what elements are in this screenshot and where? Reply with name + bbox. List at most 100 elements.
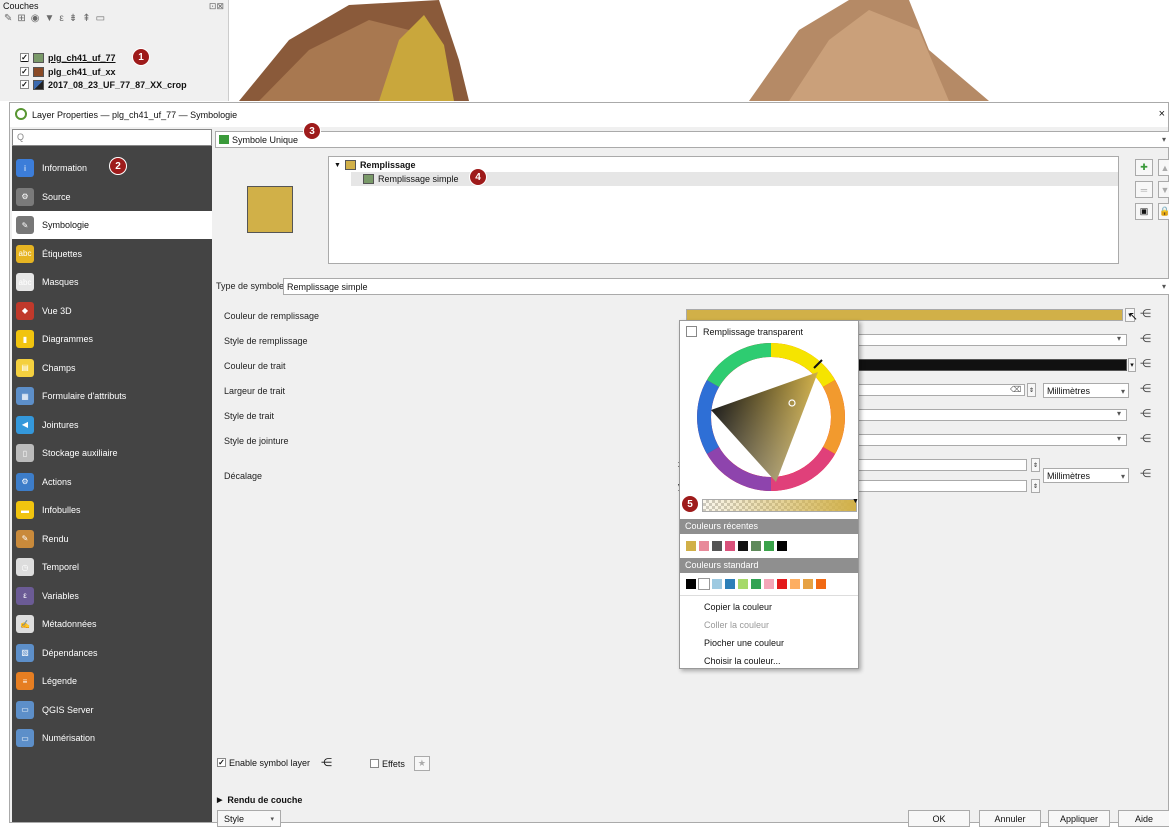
data-defined-icon[interactable]: ⋲	[1140, 307, 1151, 320]
stroke-color-button[interactable]	[857, 359, 1127, 371]
tree-item-simple-fill[interactable]: Remplissage simple	[351, 172, 1118, 186]
offset-y-input[interactable]	[857, 480, 1027, 492]
spin-button[interactable]: ⇕	[1031, 479, 1040, 493]
copy-color-item[interactable]: Copier la couleur	[704, 602, 772, 612]
help-button[interactable]: Aide	[1118, 810, 1169, 827]
style-menu-button[interactable]: Style ▾	[217, 810, 281, 827]
layer-rendering-section[interactable]: ▶ Rendu de couche	[217, 795, 302, 805]
color-swatch[interactable]	[815, 578, 827, 590]
sidebar-item[interactable]: ▬ Infobulles	[12, 496, 212, 524]
fill-style-select[interactable]	[857, 334, 1127, 346]
filter-expression-icon[interactable]: ε	[59, 13, 63, 24]
sidebar-item[interactable]: ✍ Métadonnées	[12, 610, 212, 638]
sidebar-item[interactable]: abc Masques	[12, 268, 212, 296]
stroke-unit-select[interactable]: Millimètres ▾	[1043, 383, 1129, 398]
sidebar-item[interactable]: ⚙ Actions	[12, 468, 212, 496]
visibility-icon[interactable]: ◉	[31, 13, 40, 24]
data-defined-icon[interactable]: ⋲	[1140, 357, 1151, 370]
layer-item[interactable]: ✓ plg_ch41_uf_xx	[20, 66, 116, 77]
enable-symbol-layer[interactable]: ✓ Enable symbol layer ⋲	[217, 756, 332, 769]
color-swatch[interactable]	[698, 540, 710, 552]
offset-x-input[interactable]	[857, 459, 1027, 471]
color-swatch[interactable]	[711, 578, 723, 590]
sidebar-item[interactable]: ✎ Symbologie	[12, 211, 212, 239]
sidebar-item[interactable]: ◀ Jointures	[12, 411, 212, 439]
sidebar-item[interactable]: ε Variables	[12, 582, 212, 610]
sidebar-item[interactable]: ▮ Diagrammes	[12, 325, 212, 353]
sidebar-item[interactable]: ▦ Formulaire d'attributs	[12, 382, 212, 410]
renderer-select[interactable]: Symbole Unique ▾	[215, 131, 1169, 148]
color-swatch[interactable]	[750, 578, 762, 590]
color-swatch[interactable]	[685, 578, 697, 590]
clear-icon[interactable]: ⌫	[1010, 385, 1021, 394]
style-manager-icon[interactable]: ✎	[4, 13, 12, 24]
stroke-style-select[interactable]	[857, 409, 1127, 421]
data-defined-icon[interactable]: ⋲	[1140, 407, 1151, 420]
sidebar-item[interactable]: ◆ Vue 3D	[12, 297, 212, 325]
transparent-checkbox[interactable]	[686, 326, 697, 337]
filter-icon[interactable]: ▼	[45, 13, 55, 24]
stroke-color-dropdown[interactable]: ▾	[1128, 358, 1136, 372]
add-group-icon[interactable]: ⊞	[17, 13, 25, 24]
ok-button[interactable]: OK	[908, 810, 970, 827]
effects-checkbox[interactable]	[370, 759, 379, 768]
duplicate-layer-button[interactable]: ▣	[1135, 203, 1153, 220]
sidebar-item[interactable]: ▭ Numérisation	[12, 724, 212, 752]
effects-star-icon[interactable]: ★	[413, 756, 430, 771]
data-defined-icon[interactable]: ⋲	[1140, 467, 1151, 480]
expand-all-icon[interactable]: ⇟	[69, 13, 77, 24]
apply-button[interactable]: Appliquer	[1048, 810, 1110, 827]
effects-toggle[interactable]: Effets ★	[370, 756, 430, 771]
color-swatch[interactable]	[763, 540, 775, 552]
map-canvas[interactable]	[229, 0, 1169, 101]
layer-checkbox[interactable]: ✓	[20, 67, 29, 76]
color-swatch[interactable]	[711, 540, 723, 552]
paste-color-item[interactable]: Coller la couleur	[704, 620, 769, 630]
color-swatch[interactable]	[763, 578, 775, 590]
color-swatch[interactable]	[776, 540, 788, 552]
cancel-button[interactable]: Annuler	[979, 810, 1041, 827]
dock-buttons[interactable]: ⊡⊠	[209, 1, 224, 12]
color-swatch[interactable]	[802, 578, 814, 590]
color-swatch[interactable]	[724, 578, 736, 590]
sidebar-item[interactable]: ▤ Champs	[12, 354, 212, 382]
color-swatch[interactable]	[698, 578, 710, 590]
data-defined-icon[interactable]: ⋲	[1140, 432, 1151, 445]
choose-color-item[interactable]: Choisir la couleur...	[704, 656, 781, 666]
color-swatch[interactable]	[776, 578, 788, 590]
stroke-width-input[interactable]	[857, 384, 1025, 396]
sidebar-item[interactable]: ⚙ Source	[12, 183, 212, 211]
layer-checkbox[interactable]: ✓	[20, 53, 29, 62]
opacity-slider[interactable]	[702, 499, 857, 512]
sidebar-item[interactable]: ✎ Rendu	[12, 525, 212, 553]
collapse-all-icon[interactable]: ⇞	[82, 13, 90, 24]
sidebar-item[interactable]: ≡ Légende	[12, 667, 212, 695]
sidebar-search-input[interactable]: Q	[12, 129, 212, 146]
color-swatch[interactable]	[737, 540, 749, 552]
color-swatch[interactable]	[789, 578, 801, 590]
layer-item[interactable]: ✓ plg_ch41_uf_77	[20, 52, 116, 63]
join-style-select[interactable]	[857, 434, 1127, 446]
color-swatch[interactable]	[737, 578, 749, 590]
close-button[interactable]: ×	[1159, 108, 1165, 120]
remove-layer-icon[interactable]: ▭	[96, 13, 105, 24]
sidebar-item[interactable]: ▧ Dépendances	[12, 639, 212, 667]
symbol-type-select[interactable]: Remplissage simple ▾	[283, 278, 1169, 295]
spin-button[interactable]: ⇕	[1031, 458, 1040, 472]
data-defined-icon[interactable]: ⋲	[1140, 382, 1151, 395]
remove-symbol-layer-button[interactable]: ═	[1135, 181, 1153, 198]
spin-button[interactable]: ⇕	[1027, 383, 1036, 397]
layer-item[interactable]: ✓ 2017_08_23_UF_77_87_XX_crop	[20, 79, 187, 90]
sidebar-item[interactable]: abc Étiquettes	[12, 240, 212, 268]
offset-unit-select[interactable]: Millimètres ▾	[1043, 468, 1129, 483]
symbol-layer-tree[interactable]: ▼ Remplissage Remplissage simple	[328, 156, 1119, 264]
pick-color-item[interactable]: Piocher une couleur	[704, 638, 784, 648]
layer-checkbox[interactable]: ✓	[20, 80, 29, 89]
add-symbol-layer-button[interactable]: ✚	[1135, 159, 1153, 176]
move-up-button[interactable]: ▲	[1158, 159, 1169, 176]
color-swatch[interactable]	[750, 540, 762, 552]
color-swatch[interactable]	[724, 540, 736, 552]
slider-handle[interactable]: ▼	[852, 498, 859, 505]
move-down-button[interactable]: ▼	[1158, 181, 1169, 198]
tree-item-fill[interactable]: ▼ Remplissage	[334, 160, 415, 170]
